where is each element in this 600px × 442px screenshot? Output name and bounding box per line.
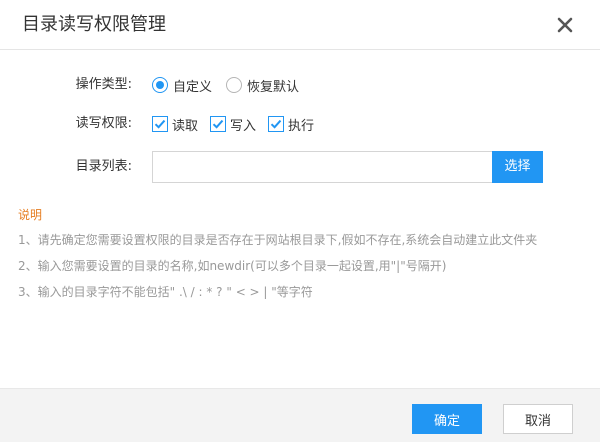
checkbox-write-label: 写入 — [230, 118, 257, 134]
permissions-row: 读写权限: 读取 写入 执行 — [0, 109, 600, 139]
radio-restore-default[interactable]: 恢复默认 — [226, 76, 299, 95]
note-line-2: 2、输入您需要设置的目录的名称,如newdir(可以多个目录一起设置,用"|"号… — [18, 259, 447, 273]
dialog-footer: 确定 取消 — [0, 388, 600, 442]
op-type-label: 操作类型: — [75, 77, 132, 92]
dir-list-row: 目录列表: 选择 — [0, 151, 600, 183]
notes-title: 说明 — [18, 208, 43, 222]
op-type-radio-group: 自定义 恢复默认 — [152, 70, 313, 100]
notes-section: 说明 1、请先确定您需要设置权限的目录是否存在于网站根目录下,假如不存在,系统会… — [18, 206, 588, 310]
checkbox-write[interactable]: 写入 — [210, 115, 256, 134]
radio-restore-default-label: 恢复默认 — [247, 79, 300, 95]
checkbox-execute[interactable]: 执行 — [268, 115, 314, 134]
dir-list-label: 目录列表: — [75, 159, 132, 174]
radio-custom-label: 自定义 — [173, 79, 213, 95]
radio-unchecked-icon — [226, 77, 243, 93]
permissions-label: 读写权限: — [75, 116, 132, 131]
dialog-header: 目录读写权限管理 — [0, 0, 600, 50]
permissions-checkbox-group: 读取 写入 执行 — [152, 109, 326, 139]
directory-permission-dialog: 目录读写权限管理 操作类型: 自定义 恢复默认 读写权限: 读取 写入 执行 目… — [0, 0, 600, 442]
dialog-title: 目录读写权限管理 — [22, 14, 166, 35]
checkbox-execute-label: 执行 — [288, 118, 315, 134]
op-type-row: 操作类型: 自定义 恢复默认 — [0, 70, 600, 100]
radio-checked-icon — [152, 77, 168, 93]
note-line-3: 3、输入的目录字符不能包括" .\ / : * ? " < > | "等字符 — [18, 285, 313, 299]
radio-custom[interactable]: 自定义 — [152, 76, 212, 95]
select-button[interactable]: 选择 — [492, 151, 543, 183]
note-line-1: 1、请先确定您需要设置权限的目录是否存在于网站根目录下,假如不存在,系统会自动建… — [18, 233, 538, 247]
confirm-button[interactable]: 确定 — [412, 404, 482, 434]
close-icon[interactable] — [556, 16, 574, 34]
checkmark-icon — [268, 116, 285, 132]
dir-list-input[interactable] — [152, 151, 492, 183]
checkbox-read[interactable]: 读取 — [152, 115, 198, 134]
cancel-button[interactable]: 取消 — [503, 404, 573, 434]
checkbox-read-label: 读取 — [172, 118, 199, 134]
checkmark-icon — [210, 116, 227, 132]
checkmark-icon — [152, 116, 168, 132]
